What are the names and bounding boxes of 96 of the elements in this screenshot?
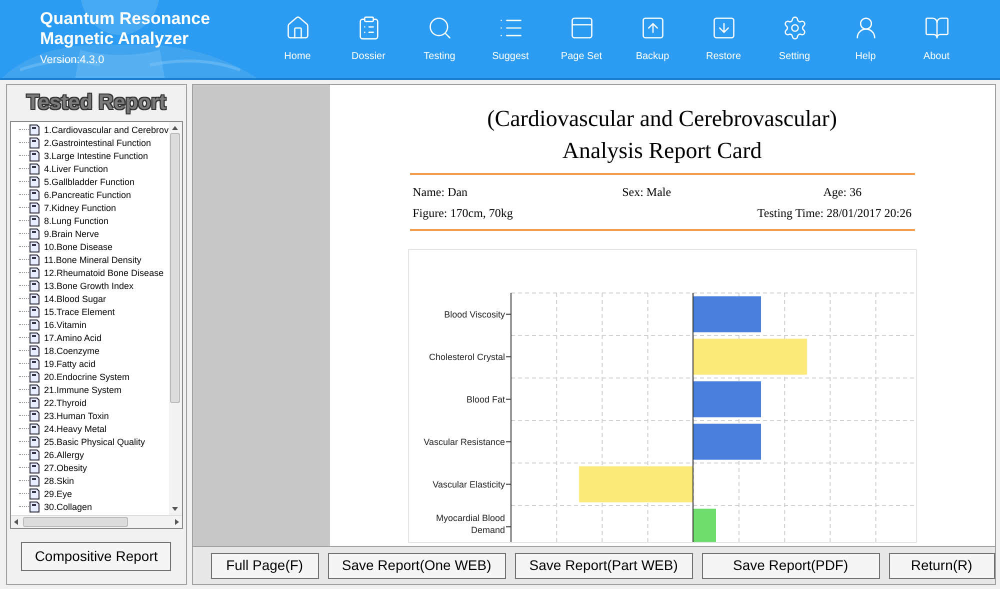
tree-item[interactable]: 30.Collagen bbox=[44, 500, 92, 512]
axis-label: Cholesterol Crystal bbox=[428, 352, 505, 362]
tree-item[interactable]: 9.Brain Nerve bbox=[44, 228, 100, 240]
document-icon bbox=[29, 370, 40, 382]
axis-label: Blood Viscosity bbox=[444, 309, 505, 320]
tree-item[interactable]: 13.Bone Growth Index bbox=[44, 280, 134, 292]
document-icon bbox=[29, 214, 40, 226]
document-icon bbox=[29, 384, 40, 396]
tree-item[interactable]: 19.Fatty acid bbox=[44, 358, 96, 370]
tree-item[interactable]: 28.Skin bbox=[44, 474, 74, 486]
tree-item[interactable]: 8.Lung Function bbox=[44, 214, 109, 226]
tree-item[interactable]: 10.Bone Disease bbox=[44, 240, 113, 252]
upload-icon bbox=[640, 14, 666, 40]
tree-item[interactable]: 22.Thyroid bbox=[44, 396, 87, 408]
document-icon bbox=[29, 292, 40, 304]
action-button[interactable]: Save Report(PDF) bbox=[702, 552, 880, 578]
settings-icon bbox=[782, 14, 808, 40]
testing-time: Testing Time: 28/01/2017 20:26 bbox=[757, 205, 912, 222]
tree-item[interactable]: 17.Amino Acid bbox=[44, 332, 102, 344]
document-icon bbox=[29, 254, 40, 266]
sidebar-title: Tested Report bbox=[26, 90, 166, 116]
tree-item[interactable]: 29.Eye bbox=[44, 488, 72, 500]
document-icon bbox=[29, 318, 40, 330]
version-label: Version:4.3.0 bbox=[40, 53, 106, 68]
patient-sex: Sex: Male bbox=[622, 184, 672, 201]
tree-item[interactable]: 3.Large Intestine Function bbox=[44, 150, 148, 162]
window-icon bbox=[568, 14, 594, 40]
document-icon bbox=[29, 462, 40, 474]
document-icon bbox=[29, 358, 40, 370]
scrollbar-thumb[interactable] bbox=[170, 133, 180, 403]
report-title: Analysis Report Card bbox=[562, 137, 762, 165]
tree-item[interactable]: 20.Endocrine System bbox=[44, 370, 130, 382]
document-icon bbox=[29, 176, 40, 188]
tree-item[interactable]: 12.Rheumatoid Bone Disease bbox=[44, 266, 164, 278]
tree-item[interactable]: 27.Obesity bbox=[44, 462, 88, 474]
compositive-report-button[interactable]: Compositive Report bbox=[21, 542, 172, 571]
scrollbar-thumb[interactable] bbox=[23, 517, 128, 527]
scroll-right-icon bbox=[174, 519, 179, 525]
tree-item[interactable]: 5.Gallbladder Function bbox=[44, 176, 135, 188]
document-icon bbox=[29, 124, 40, 136]
tree-item[interactable]: 14.Blood Sugar bbox=[44, 292, 106, 304]
horizontal-scrollbar[interactable] bbox=[11, 515, 182, 528]
document-icon bbox=[29, 422, 40, 434]
patient-name: Name: Dan bbox=[412, 184, 469, 201]
axis-label: Myocardial Blood Demand bbox=[436, 512, 505, 535]
axis-label: Vascular Resistance bbox=[423, 436, 505, 447]
document-icon bbox=[29, 448, 40, 460]
tree-item[interactable]: 23.Human Toxin bbox=[44, 410, 109, 422]
document-icon bbox=[29, 396, 40, 408]
scroll-left-icon bbox=[14, 519, 18, 525]
document-icon bbox=[29, 436, 40, 448]
document-icon bbox=[29, 344, 40, 356]
tree-item[interactable]: 21.Immune System bbox=[44, 384, 122, 396]
tree-item[interactable]: 1.Cardiovascular and Cerebrov bbox=[44, 124, 169, 136]
document-icon bbox=[29, 228, 40, 240]
document-icon bbox=[29, 488, 40, 500]
tree-item[interactable]: 18.Coenzyme bbox=[44, 344, 100, 356]
axis-label: Vascular Elasticity bbox=[432, 479, 505, 490]
tree-item[interactable]: 7.Kidney Function bbox=[44, 202, 116, 214]
download-icon bbox=[710, 14, 736, 40]
document-icon bbox=[29, 162, 40, 174]
action-button[interactable]: Save Report(Part WEB) bbox=[514, 552, 693, 578]
document-icon bbox=[29, 150, 40, 162]
action-button[interactable]: Save Report(One WEB) bbox=[328, 552, 506, 578]
tree-item[interactable]: 26.Allergy bbox=[44, 448, 84, 460]
tree-item[interactable]: 4.Liver Function bbox=[44, 162, 108, 174]
document-icon bbox=[29, 280, 40, 292]
home-icon bbox=[284, 14, 310, 40]
document-icon bbox=[29, 332, 40, 344]
tree-item[interactable]: 6.Pancreatic Function bbox=[44, 188, 132, 200]
document-icon bbox=[29, 202, 40, 214]
tree-item[interactable]: 24.Heavy Metal bbox=[44, 422, 107, 434]
app-title: Magnetic Analyzer bbox=[40, 29, 190, 50]
action-button[interactable]: Return(R) bbox=[888, 552, 995, 578]
book-icon bbox=[924, 14, 950, 40]
app-title: Quantum Resonance bbox=[40, 9, 212, 30]
tree-item[interactable]: 11.Bone Mineral Density bbox=[44, 254, 142, 266]
axis-label: Blood Fat bbox=[466, 394, 505, 404]
tree-item[interactable]: 16.Vitamin bbox=[44, 318, 86, 330]
scroll-down-icon bbox=[172, 507, 178, 511]
document-icon bbox=[29, 410, 40, 422]
action-button[interactable]: Full Page(F) bbox=[210, 552, 319, 578]
tree-item[interactable]: 15.Trace Element bbox=[44, 306, 115, 318]
document-icon bbox=[29, 266, 40, 278]
document-icon bbox=[29, 188, 40, 200]
document-icon bbox=[29, 136, 40, 148]
tree-item[interactable]: 25.Basic Physical Quality bbox=[44, 436, 146, 448]
document-icon bbox=[29, 474, 40, 486]
tree-item[interactable]: 2.Gastrointestinal Function bbox=[44, 136, 152, 148]
document-icon bbox=[29, 306, 40, 318]
patient-age: Age: 36 bbox=[822, 184, 863, 201]
document-icon bbox=[29, 240, 40, 252]
document-icon bbox=[29, 500, 40, 512]
report-title: (Cardiovascular and Cerebrovascular) bbox=[487, 105, 838, 133]
search-icon bbox=[426, 14, 452, 40]
patient-figure: Figure: 170cm, 70kg bbox=[412, 205, 513, 222]
